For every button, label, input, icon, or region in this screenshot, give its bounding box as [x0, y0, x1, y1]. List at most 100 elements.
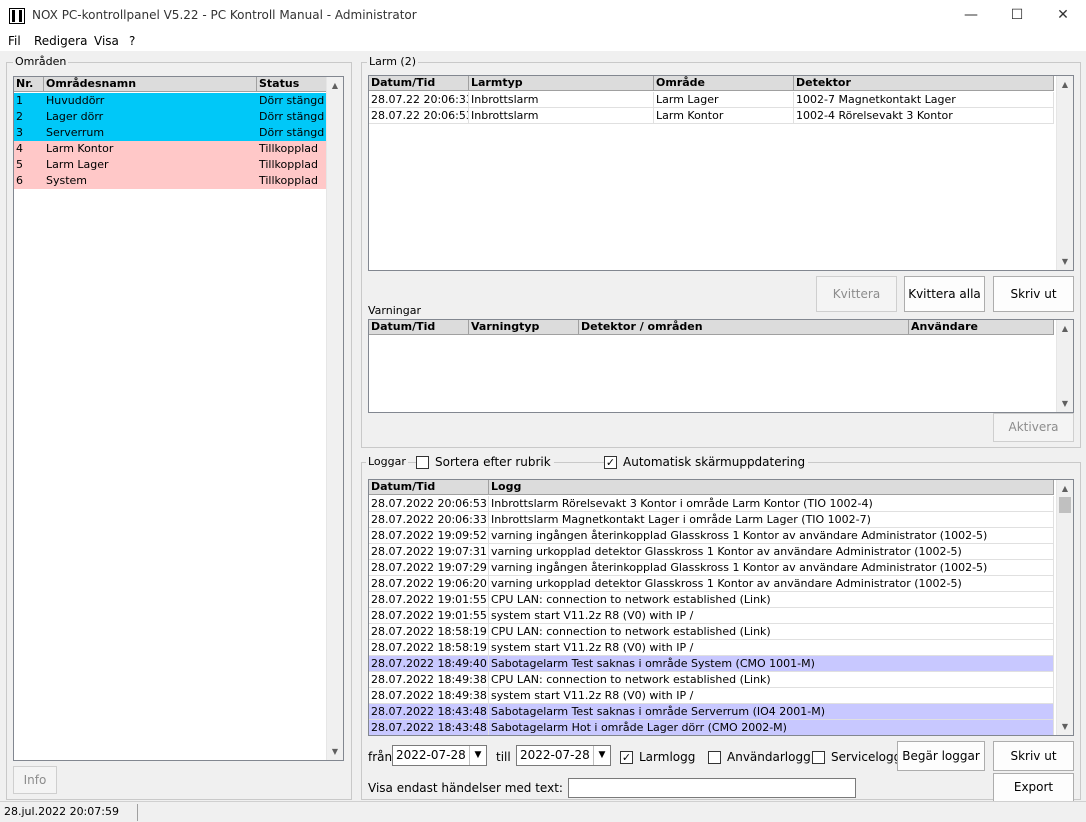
close-button[interactable]: ✕ [1040, 0, 1086, 31]
acknowledge-all-button[interactable]: Kvittera alla [904, 276, 985, 312]
area-status: Dörr stängd [257, 109, 328, 125]
checkbox-box[interactable] [416, 455, 429, 469]
scroll-up-icon[interactable]: ▲ [327, 77, 343, 94]
col-log-text[interactable]: Logg [489, 480, 1054, 495]
col-warning-type[interactable]: Varningtyp [469, 320, 579, 335]
col-warning-time[interactable]: Datum/Tid [369, 320, 469, 335]
log-row[interactable]: 28.07.2022 18:49:38 system start V11.2z R… [369, 688, 1054, 704]
request-logs-button[interactable]: Begär loggar [897, 741, 985, 771]
area-row[interactable]: 1 Huvuddörr Dörr stängd [14, 93, 328, 109]
scroll-thumb[interactable] [1059, 497, 1071, 513]
filter-text-input[interactable] [568, 778, 856, 798]
alarm-log-checkbox[interactable]: ✓ Larmlogg [620, 750, 695, 764]
col-warning-detector[interactable]: Detektor / områden [579, 320, 909, 335]
service-log-checkbox[interactable]: Servicelogg [812, 750, 901, 764]
col-alarm-type[interactable]: Larmtyp [469, 76, 654, 91]
log-row[interactable]: 28.07.2022 18:49:40 Sabotagelarm Test sak… [369, 656, 1054, 672]
scroll-down-icon[interactable]: ▼ [1057, 253, 1073, 270]
checkbox-box[interactable] [812, 750, 825, 764]
warnings-list[interactable]: Datum/Tid Varningtyp Detektor / områden … [368, 319, 1074, 413]
user-log-label: Användarlogg [727, 750, 811, 764]
log-row[interactable]: 28.07.2022 19:07:29 varning ingången åter… [369, 560, 1054, 576]
log-time: 28.07.2022 18:49:38 [369, 672, 489, 688]
col-status[interactable]: Status [257, 77, 328, 92]
user-log-checkbox[interactable]: Användarlogg [708, 750, 811, 764]
logs-scrollbar[interactable]: ▲ ▼ [1056, 480, 1073, 735]
log-row[interactable]: 28.07.2022 19:01:55 CPU LAN: connection t… [369, 592, 1054, 608]
minimize-button[interactable]: — [948, 0, 994, 31]
alarms-scrollbar[interactable]: ▲ ▼ [1056, 76, 1073, 270]
log-row[interactable]: 28.07.2022 18:43:48 Sabotagelarm Hot i om… [369, 720, 1054, 735]
log-text: CPU LAN: connection to network establish… [489, 592, 1054, 608]
log-row[interactable]: 28.07.2022 19:09:52 varning ingången åter… [369, 528, 1054, 544]
col-nr[interactable]: Nr. [14, 77, 44, 92]
alarm-row[interactable]: 28.07.22 20:06:33 Inbrottslarm Larm Lager 1… [369, 92, 1054, 108]
from-label: från [368, 750, 393, 764]
dropdown-arrow-icon[interactable]: ▼ [469, 746, 486, 765]
area-status: Tillkopplad [257, 173, 328, 189]
log-text: Inbrottslarm Rörelsevakt 3 Kontor i områ… [489, 496, 1054, 512]
log-row[interactable]: 28.07.2022 19:07:31 varning urkopplad det… [369, 544, 1054, 560]
scroll-up-icon[interactable]: ▲ [1057, 76, 1073, 93]
col-log-time[interactable]: Datum/Tid [369, 480, 489, 495]
sort-by-header-checkbox[interactable]: Sortera efter rubrik [416, 455, 554, 469]
to-date-picker[interactable]: 2022-07-28 ▼ [516, 745, 611, 766]
col-warning-user[interactable]: Användare [909, 320, 1054, 335]
log-row[interactable]: 28.07.2022 20:06:53 Inbrottslarm Rörelsev… [369, 496, 1054, 512]
area-row[interactable]: 3 Serverrum Dörr stängd [14, 125, 328, 141]
log-time: 28.07.2022 20:06:53 [369, 496, 489, 512]
log-row[interactable]: 28.07.2022 18:58:19 CPU LAN: connection t… [369, 624, 1054, 640]
checkmark-icon[interactable]: ✓ [604, 455, 617, 469]
warnings-scrollbar[interactable]: ▲ ▼ [1056, 320, 1073, 412]
area-name: Larm Lager [44, 157, 257, 173]
log-row[interactable]: 28.07.2022 20:06:33 Inbrottslarm Magnetko… [369, 512, 1054, 528]
area-row[interactable]: 4 Larm Kontor Tillkopplad [14, 141, 328, 157]
logs-list[interactable]: Datum/Tid Logg 28.07.2022 20:06:53 Inbrot… [368, 479, 1074, 736]
log-text: Sabotagelarm Test saknas i område System… [489, 656, 1054, 672]
logs-print-button[interactable]: Skriv ut [993, 741, 1074, 771]
from-date-picker[interactable]: 2022-07-28 ▼ [392, 745, 487, 766]
areas-scrollbar[interactable]: ▲ ▼ [326, 77, 343, 760]
scroll-down-icon[interactable]: ▼ [327, 743, 343, 760]
log-row[interactable]: 28.07.2022 19:06:20 varning urkopplad det… [369, 576, 1054, 592]
col-alarm-detector[interactable]: Detektor [794, 76, 1054, 91]
alarm-row[interactable]: 28.07.22 20:06:53 Inbrottslarm Larm Kontor… [369, 108, 1054, 124]
col-area-name[interactable]: Områdesnamn [44, 77, 257, 92]
scroll-up-icon[interactable]: ▲ [1057, 320, 1073, 337]
menu-view[interactable]: Visa [94, 34, 119, 48]
area-nr: 6 [14, 173, 44, 189]
menu-help[interactable]: ? [129, 34, 135, 48]
areas-list[interactable]: Nr. Områdesnamn Status 1 Huvuddörr Dörr st… [13, 76, 344, 761]
menu-edit[interactable]: Redigera [34, 34, 87, 48]
log-row[interactable]: 28.07.2022 18:49:38 CPU LAN: connection t… [369, 672, 1054, 688]
menu-file[interactable]: Fil [8, 34, 21, 48]
area-row[interactable]: 5 Larm Lager Tillkopplad [14, 157, 328, 173]
scroll-up-icon[interactable]: ▲ [1057, 480, 1073, 497]
alarm-area: Larm Lager [654, 92, 794, 108]
alarms-print-button[interactable]: Skriv ut [993, 276, 1074, 312]
alarms-list[interactable]: Datum/Tid Larmtyp Område Detektor 28.07.… [368, 75, 1074, 271]
col-alarm-area[interactable]: Område [654, 76, 794, 91]
area-row[interactable]: 2 Lager dörr Dörr stängd [14, 109, 328, 125]
warnings-label: Varningar [368, 304, 421, 317]
log-time: 28.07.2022 19:09:52 [369, 528, 489, 544]
export-button[interactable]: Export [993, 773, 1074, 802]
scroll-down-icon[interactable]: ▼ [1057, 718, 1073, 735]
auto-refresh-checkbox[interactable]: ✓ Automatisk skärmuppdatering [604, 455, 809, 469]
area-nr: 2 [14, 109, 44, 125]
log-row[interactable]: 28.07.2022 19:01:55 system start V11.2z R… [369, 608, 1054, 624]
info-button[interactable]: Info [13, 766, 57, 794]
dropdown-arrow-icon[interactable]: ▼ [593, 746, 610, 765]
area-row[interactable]: 6 System Tillkopplad [14, 173, 328, 189]
area-nr: 1 [14, 93, 44, 109]
checkmark-icon[interactable]: ✓ [620, 750, 633, 764]
checkbox-box[interactable] [708, 750, 721, 764]
acknowledge-button[interactable]: Kvittera [816, 276, 897, 312]
log-row[interactable]: 28.07.2022 18:58:19 system start V11.2z R… [369, 640, 1054, 656]
col-alarm-time[interactable]: Datum/Tid [369, 76, 469, 91]
log-row[interactable]: 28.07.2022 18:43:48 Sabotagelarm Test sak… [369, 704, 1054, 720]
activate-button[interactable]: Aktivera [993, 413, 1074, 442]
maximize-button[interactable]: ☐ [994, 0, 1040, 31]
scroll-down-icon[interactable]: ▼ [1057, 395, 1073, 412]
area-name: Lager dörr [44, 109, 257, 125]
